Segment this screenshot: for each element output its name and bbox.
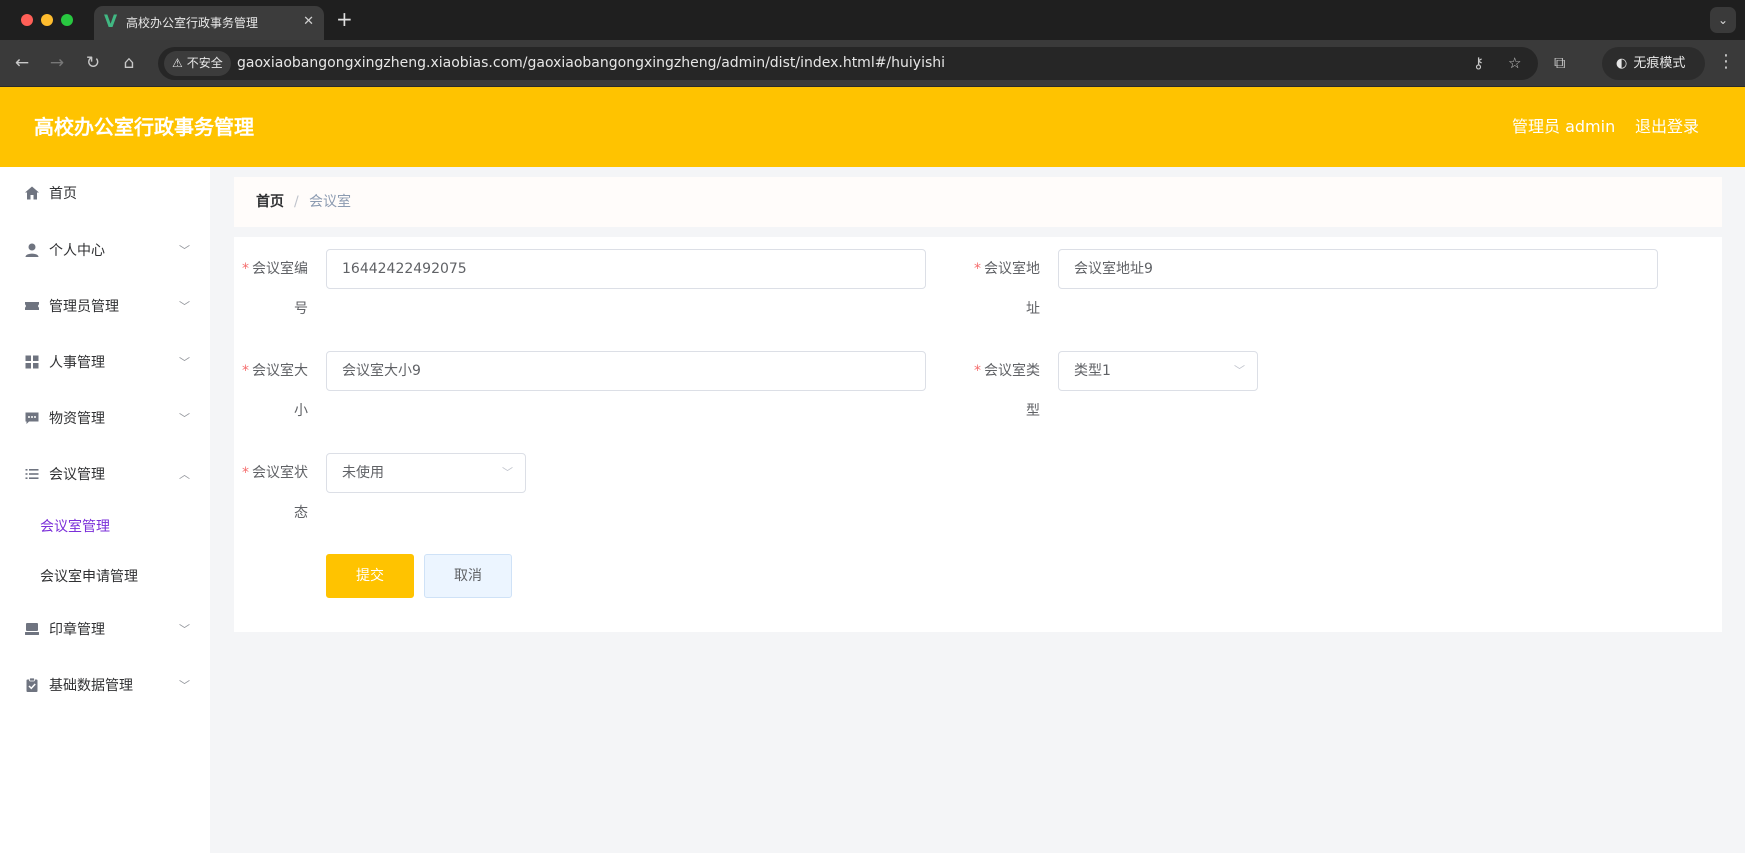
sidebar-item-label: 首页 xyxy=(49,186,77,202)
room-number-label: * 会议室编号 xyxy=(242,249,308,329)
sidebar-item-seal-management[interactable]: 印章管理 ﹀ xyxy=(0,606,210,656)
sidebar-item-label: 基础数据管理 xyxy=(49,678,133,694)
sidebar-item-label: 人事管理 xyxy=(49,355,105,371)
incognito-label: 无痕模式 xyxy=(1633,56,1686,71)
sidebar-item-meeting-management[interactable]: 会议管理 ︿ xyxy=(0,451,210,501)
message-icon xyxy=(23,410,41,428)
room-type-label: * 会议室类型 xyxy=(974,351,1040,431)
bookmark-star-icon[interactable]: ☆ xyxy=(1508,54,1521,73)
room-address-label: * 会议室地址 xyxy=(974,249,1040,329)
warning-triangle-icon: ⚠ xyxy=(172,56,183,70)
sidebar: 首页 个人中心 ﹀ 管理员管理 ﹀ 人事管理 ﹀ 物资管理 ﹀ 会议管理 ︿ 会… xyxy=(0,167,210,853)
sidebar-item-personal-center[interactable]: 个人中心 ﹀ xyxy=(0,227,210,277)
sidebar-item-home[interactable]: 首页 xyxy=(0,170,210,220)
chevron-down-icon: ﹀ xyxy=(179,412,190,425)
sidebar-subitem-meeting-room-management[interactable]: 会议室管理 xyxy=(0,502,210,552)
stamp-icon xyxy=(23,621,41,639)
chevron-down-icon: ﹀ xyxy=(179,679,190,692)
required-mark: * xyxy=(242,465,249,481)
clipboard-icon xyxy=(23,677,41,695)
submit-button[interactable]: 提交 xyxy=(326,554,414,598)
more-menu-icon[interactable]: ⋮ xyxy=(1717,52,1735,72)
meeting-room-form: * 会议室编号 16442422492075 * 会议室地址 会议室地址9 * 会议室… xyxy=(234,237,1722,632)
extensions-puzzle-icon[interactable]: ⧉ xyxy=(1554,53,1565,73)
sidebar-item-label: 物资管理 xyxy=(49,411,105,427)
sidebar-item-materials-management[interactable]: 物资管理 ﹀ xyxy=(0,395,210,445)
reload-icon[interactable]: ↻ xyxy=(82,53,104,73)
chevron-down-icon: ﹀ xyxy=(502,466,513,479)
room-number-label-text: 会议室编号 xyxy=(252,261,308,317)
incognito-indicator[interactable]: ◐ 无痕模式 xyxy=(1602,47,1705,80)
chevron-down-icon: ﹀ xyxy=(179,244,190,257)
room-number-input[interactable]: 16442422492075 xyxy=(326,249,926,289)
chevron-up-icon: ︿ xyxy=(179,468,190,481)
room-status-select[interactable]: 未使用 ﹀ xyxy=(326,453,526,493)
incognito-icon: ◐ xyxy=(1616,56,1628,71)
back-arrow-icon[interactable]: ← xyxy=(11,53,33,73)
breadcrumb-home-link[interactable]: 首页 xyxy=(256,192,284,212)
new-tab-button[interactable]: + xyxy=(336,9,353,29)
chevron-down-icon: ﹀ xyxy=(179,356,190,369)
breadcrumb-current: 会议室 xyxy=(309,194,351,210)
address-bar[interactable]: ⚠ 不安全 gaoxiaobangongxingzheng.xiaobias.co… xyxy=(158,47,1538,80)
vue-logo-icon: V xyxy=(104,12,118,32)
sidebar-item-label: 会议管理 xyxy=(49,467,105,483)
tab-close-icon[interactable]: ✕ xyxy=(303,13,314,31)
user-icon xyxy=(23,242,41,260)
logout-link[interactable]: 退出登录 xyxy=(1635,116,1699,138)
close-window-button[interactable] xyxy=(21,14,33,26)
security-chip[interactable]: ⚠ 不安全 xyxy=(164,51,231,76)
cancel-button[interactable]: 取消 xyxy=(424,554,512,598)
chevron-down-icon: ﹀ xyxy=(179,300,190,313)
security-label: 不安全 xyxy=(186,56,223,70)
browser-toolbar: ← → ↻ ⌂ ⚠ 不安全 gaoxiaobangongxingzheng.xia… xyxy=(0,40,1745,87)
sidebar-item-label: 个人中心 xyxy=(49,243,105,259)
password-key-icon[interactable]: ⚷ xyxy=(1473,54,1484,73)
sidebar-item-basic-data-management[interactable]: 基础数据管理 ﹀ xyxy=(0,662,210,712)
room-address-input[interactable]: 会议室地址9 xyxy=(1058,249,1658,289)
room-address-label-text: 会议室地址 xyxy=(984,261,1040,317)
room-type-label-text: 会议室类型 xyxy=(984,363,1040,419)
forward-arrow-icon[interactable]: → xyxy=(46,53,68,73)
tab-title: 高校办公室行政事务管理 xyxy=(126,16,259,30)
required-mark: * xyxy=(242,261,249,277)
room-size-label: * 会议室大小 xyxy=(242,351,308,431)
tab-search-chevron-icon[interactable]: ⌄ xyxy=(1710,7,1736,33)
sidebar-subitem-meeting-room-application[interactable]: 会议室申请管理 xyxy=(0,552,210,602)
breadcrumb: 首页 / 会议室 xyxy=(234,177,1722,227)
room-type-select[interactable]: 类型1 ﹀ xyxy=(1058,351,1258,391)
home-icon xyxy=(23,185,41,203)
sidebar-subitem-label: 会议室管理 xyxy=(40,519,110,535)
app-header: 高校办公室行政事务管理 管理员 admin 退出登录 xyxy=(0,87,1745,167)
room-status-selected-value: 未使用 xyxy=(342,465,384,481)
grid-icon xyxy=(23,354,41,372)
maximize-window-button[interactable] xyxy=(61,14,73,26)
browser-tab[interactable]: V 高校办公室行政事务管理 ✕ xyxy=(94,6,324,40)
sidebar-subitem-label: 会议室申请管理 xyxy=(40,569,138,585)
chevron-down-icon: ﹀ xyxy=(179,623,190,636)
sidebar-item-personnel-management[interactable]: 人事管理 ﹀ xyxy=(0,339,210,389)
sidebar-item-label: 管理员管理 xyxy=(49,299,119,315)
minimize-window-button[interactable] xyxy=(41,14,53,26)
ticket-icon xyxy=(23,298,41,316)
room-status-label: * 会议室状态 xyxy=(242,453,308,533)
room-type-selected-value: 类型1 xyxy=(1074,363,1111,379)
list-icon xyxy=(23,466,41,484)
chevron-down-icon: ﹀ xyxy=(1234,364,1245,377)
room-status-label-text: 会议室状态 xyxy=(252,465,308,521)
home-icon[interactable]: ⌂ xyxy=(118,53,140,73)
current-user-label: 管理员 admin xyxy=(1512,117,1616,136)
required-mark: * xyxy=(242,363,249,379)
sidebar-item-admin-management[interactable]: 管理员管理 ﹀ xyxy=(0,283,210,333)
browser-tab-bar: V 高校办公室行政事务管理 ✕ + ⌄ xyxy=(0,0,1745,40)
app-title: 高校办公室行政事务管理 xyxy=(34,115,254,139)
breadcrumb-separator: / xyxy=(294,194,299,210)
required-mark: * xyxy=(974,363,981,379)
room-size-input[interactable]: 会议室大小9 xyxy=(326,351,926,391)
sidebar-item-label: 印章管理 xyxy=(49,622,105,638)
url-text[interactable]: gaoxiaobangongxingzheng.xiaobias.com/gao… xyxy=(237,54,945,73)
room-size-label-text: 会议室大小 xyxy=(252,363,308,419)
required-mark: * xyxy=(974,261,981,277)
